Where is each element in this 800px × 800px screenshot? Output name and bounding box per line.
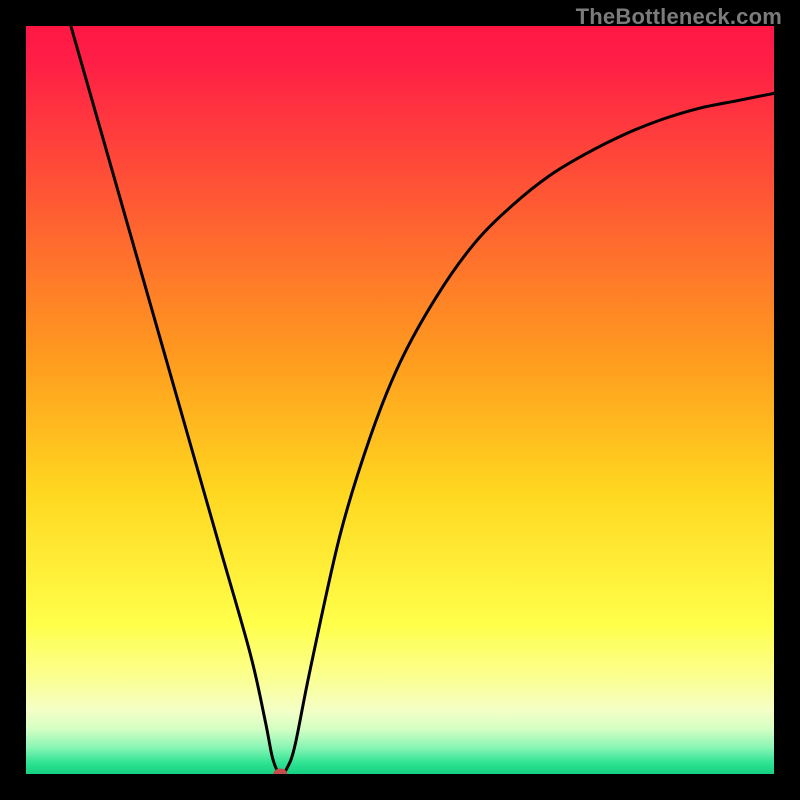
bottleneck-chart xyxy=(26,26,774,774)
gradient-background xyxy=(26,26,774,774)
chart-frame: TheBottleneck.com xyxy=(0,0,800,800)
plot-area xyxy=(26,26,774,774)
